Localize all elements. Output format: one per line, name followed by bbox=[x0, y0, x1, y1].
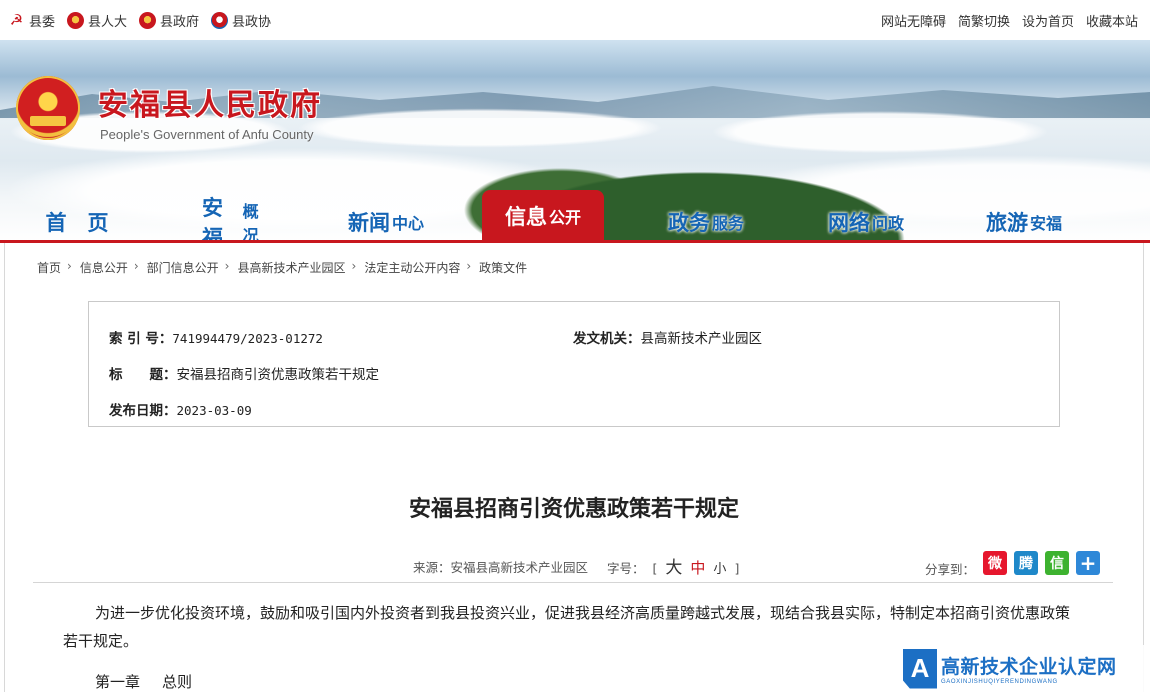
nav-label: 网络 bbox=[827, 211, 870, 235]
nav-government-services[interactable]: 政务 服务 bbox=[656, 202, 756, 242]
link-label: 县政协 bbox=[232, 14, 272, 30]
font-size-bracket-open: [ bbox=[652, 561, 658, 576]
document-info-bar: 来源：安福县高新技术产业园区 字号： [ 大 中 小 ] 分享到： 微 腾 信 … bbox=[5, 551, 1143, 579]
meta-index-value: 741994479/2023-01272 bbox=[172, 331, 323, 346]
breadcrumb: 首页 › 信息公开 › 部门信息公开 › 县高新技术产业园区 › 法定主动公开内容 › 政… bbox=[37, 259, 527, 276]
chevron-right-icon: › bbox=[133, 259, 139, 273]
accessibility-link[interactable]: 网站无障碍 bbox=[881, 11, 946, 30]
link-county-committee[interactable]: ☭ 县委 bbox=[8, 11, 55, 30]
chevron-right-icon: › bbox=[466, 259, 472, 273]
nav-online-inquiry[interactable]: 网络 问政 bbox=[816, 202, 916, 242]
document-title: 安福县招商引资优惠政策若干规定 bbox=[408, 497, 739, 522]
meta-date-row: 发布日期： 2023-03-09 bbox=[109, 399, 252, 419]
chapter-number: 第一章 bbox=[95, 673, 141, 691]
font-size-medium-button[interactable]: 中 bbox=[690, 557, 705, 578]
watermark-logo: A 高新技术企业认定网 GAOXINJISHUQIYERENDINGWANG bbox=[903, 645, 1150, 692]
content-area: 首页 › 信息公开 › 部门信息公开 › 县高新技术产业园区 › 法定主动公开内容 › 政… bbox=[4, 243, 1144, 692]
site-title[interactable]: 安福县人民政府 bbox=[98, 80, 322, 124]
watermark-logo-icon: A bbox=[903, 648, 937, 689]
nav-label: 旅游 bbox=[985, 211, 1028, 235]
bookmark-link[interactable]: 收藏本站 bbox=[1086, 11, 1138, 30]
breadcrumb-info-disclosure[interactable]: 信息公开 bbox=[80, 259, 128, 276]
breadcrumb-home[interactable]: 首页 bbox=[37, 259, 61, 276]
document-source: 来源：安福县高新技术产业园区 bbox=[413, 560, 589, 575]
meta-title-value: 安福县招商引资优惠政策若干规定 bbox=[176, 367, 380, 383]
wechat-icon[interactable]: 信 bbox=[1045, 551, 1069, 575]
nav-label: 安福 bbox=[202, 196, 223, 242]
nav-tourism[interactable]: 旅游 安福 bbox=[974, 202, 1074, 242]
breadcrumb-policy-documents[interactable]: 政策文件 bbox=[479, 259, 527, 276]
meta-date-label: 发布日期： bbox=[109, 403, 177, 419]
national-emblem-logo[interactable] bbox=[16, 76, 80, 140]
main-nav: 首 页 安福 概况 新闻 中心 信息 公开 政务 服务 网络 问政 旅游 安福 bbox=[0, 190, 1150, 242]
meta-title-label: 标 题： bbox=[109, 367, 177, 383]
chevron-right-icon: › bbox=[351, 259, 357, 273]
link-label: 县政府 bbox=[160, 14, 200, 30]
breadcrumb-department-info[interactable]: 部门信息公开 bbox=[147, 259, 219, 276]
divider bbox=[33, 582, 1113, 583]
link-county-cppcc[interactable]: 县政协 bbox=[211, 11, 271, 30]
meta-date-value: 2023-03-09 bbox=[176, 403, 252, 418]
site-subtitle: People's Government of Anfu County bbox=[100, 127, 314, 142]
meta-index-label: 索 引 号： bbox=[109, 331, 173, 347]
tencent-weibo-icon[interactable]: 腾 bbox=[1014, 551, 1038, 575]
simplified-traditional-toggle[interactable]: 简繁切换 bbox=[958, 11, 1010, 30]
nav-label-sub: 问政 bbox=[871, 214, 904, 233]
font-size-small-button[interactable]: 小 bbox=[713, 558, 726, 577]
chevron-right-icon: › bbox=[224, 259, 230, 273]
meta-issuer-label: 发文机关： bbox=[573, 331, 641, 347]
share-label: 分享到： bbox=[925, 562, 976, 577]
weibo-icon[interactable]: 微 bbox=[983, 551, 1007, 575]
nav-label: 新闻 bbox=[347, 211, 390, 235]
meta-title-row: 标 题： 安福县招商引资优惠政策若干规定 bbox=[109, 363, 379, 383]
meta-issuer-row: 发文机关： 县高新技术产业园区 bbox=[573, 327, 762, 347]
top-bar: ☭ 县委 县人大 县政府 县政协 网站无障碍 简繁切换 设为首页 收藏本站 bbox=[0, 0, 1150, 40]
breadcrumb-high-tech-park[interactable]: 县高新技术产业园区 bbox=[237, 259, 345, 276]
national-emblem-icon bbox=[139, 11, 157, 29]
chapter-heading: 第一章 总则 bbox=[95, 671, 192, 692]
more-share-icon[interactable]: + bbox=[1076, 551, 1100, 575]
font-size-large-button[interactable]: 大 bbox=[665, 553, 682, 578]
watermark-cn: 高新技术企业认定网 bbox=[941, 656, 1117, 678]
breadcrumb-statutory-content[interactable]: 法定主动公开内容 bbox=[364, 259, 460, 276]
meta-index-row: 索 引 号： 741994479/2023-01272 bbox=[109, 327, 323, 347]
national-emblem-icon bbox=[67, 11, 85, 29]
font-size-bracket-close: ] bbox=[734, 561, 740, 576]
document-meta-box: 索 引 号： 741994479/2023-01272 发文机关： 县高新技术产… bbox=[88, 301, 1060, 427]
nav-label: 政务 bbox=[667, 211, 710, 235]
chevron-right-icon: › bbox=[67, 259, 72, 273]
link-label: 县人大 bbox=[88, 14, 128, 30]
party-emblem-icon: ☭ bbox=[9, 11, 24, 29]
link-label: 县委 bbox=[29, 14, 56, 30]
nav-label: 信息 bbox=[504, 205, 547, 229]
meta-issuer-value: 县高新技术产业园区 bbox=[640, 331, 763, 347]
nav-label-sub: 中心 bbox=[391, 214, 424, 233]
top-left-links: ☭ 县委 县人大 县政府 县政协 bbox=[8, 11, 271, 30]
chapter-title: 总则 bbox=[162, 673, 193, 691]
header-banner: 安福县人民政府 People's Government of Anfu Coun… bbox=[0, 40, 1150, 242]
set-homepage-link[interactable]: 设为首页 bbox=[1022, 11, 1074, 30]
font-size-controls: 字号： [ 大 中 小 ] bbox=[607, 553, 739, 578]
share-buttons: 微 腾 信 + bbox=[983, 551, 1100, 575]
top-right-links: 网站无障碍 简繁切换 设为首页 收藏本站 bbox=[881, 11, 1138, 30]
nav-label-sub: 概况 bbox=[242, 202, 259, 242]
cppcc-emblem-icon bbox=[211, 11, 229, 29]
font-size-label: 字号： bbox=[607, 561, 645, 576]
nav-label-sub: 服务 bbox=[711, 214, 744, 233]
nav-info-disclosure[interactable]: 信息 公开 bbox=[482, 190, 604, 242]
nav-home[interactable]: 首 页 bbox=[32, 202, 122, 242]
nav-label-sub: 安福 bbox=[1029, 214, 1062, 233]
nav-news[interactable]: 新闻 中心 bbox=[336, 202, 436, 242]
nav-overview[interactable]: 安福 概况 bbox=[202, 196, 272, 242]
nav-label-sub: 公开 bbox=[548, 208, 581, 227]
watermark-en: GAOXINJISHUQIYERENDINGWANG bbox=[941, 679, 1058, 685]
link-county-congress[interactable]: 县人大 bbox=[67, 11, 127, 30]
link-county-government[interactable]: 县政府 bbox=[139, 11, 199, 30]
nav-label: 首 页 bbox=[45, 211, 109, 235]
watermark-text: 高新技术企业认定网 GAOXINJISHUQIYERENDINGWANG bbox=[941, 652, 1117, 685]
